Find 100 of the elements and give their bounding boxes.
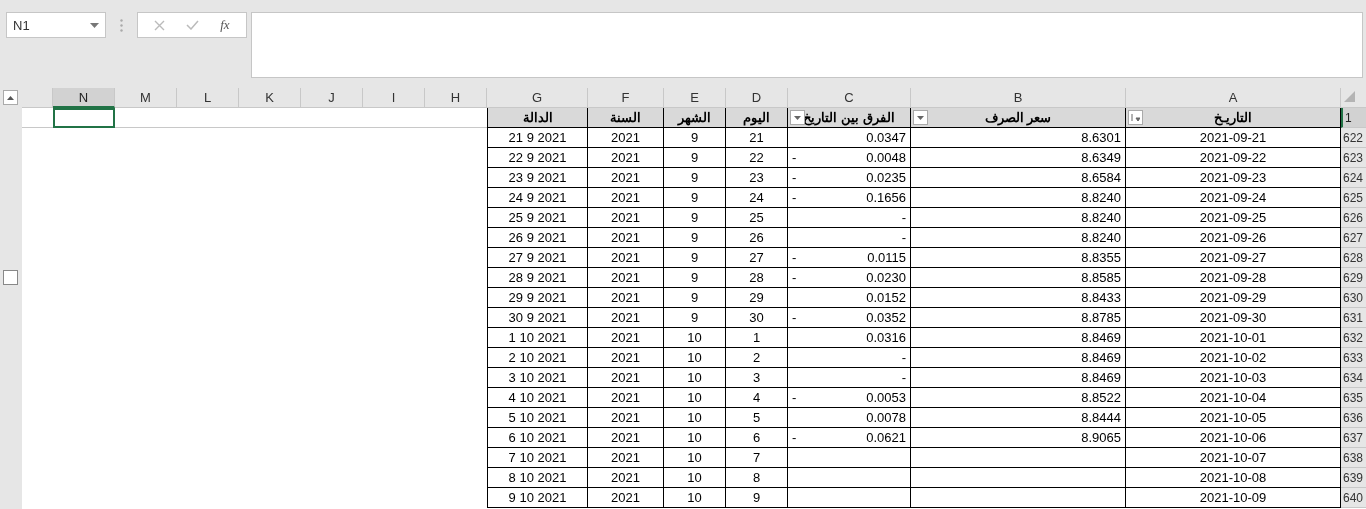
row-header[interactable]: 632 xyxy=(1341,328,1366,348)
column-header[interactable]: E xyxy=(664,88,726,108)
sign-text: - xyxy=(792,270,797,285)
column-header[interactable]: B xyxy=(911,88,1126,108)
filter-button[interactable] xyxy=(790,110,805,125)
row-header[interactable]: 626 xyxy=(1341,208,1366,228)
column-header[interactable]: J xyxy=(301,88,363,108)
selected-cell[interactable] xyxy=(53,108,115,128)
close-icon[interactable] xyxy=(154,19,166,31)
table-cell: 8.8469 xyxy=(911,368,1126,388)
table-cell: 23 9 2021 xyxy=(487,168,588,188)
table-cell: 0.0152 xyxy=(788,288,911,308)
table-cell: 7 10 2021 xyxy=(487,448,588,468)
grip-icon xyxy=(120,18,123,32)
table-cell: 8.8433 xyxy=(911,288,1126,308)
sign-text: - xyxy=(792,310,797,325)
table-cell-value: 0.0621 xyxy=(866,430,906,445)
formula-input[interactable] xyxy=(251,12,1363,78)
table-cell: 2021 xyxy=(588,308,664,328)
row-header[interactable]: 633 xyxy=(1341,348,1366,368)
row-header[interactable]: 637 xyxy=(1341,428,1366,448)
table-cell-value: 0.0048 xyxy=(866,150,906,165)
table-cell: 1 10 2021 xyxy=(487,328,588,348)
column-header[interactable]: C xyxy=(788,88,911,108)
row-header[interactable]: 625 xyxy=(1341,188,1366,208)
table-cell: 8.8240 xyxy=(911,188,1126,208)
name-box[interactable]: N1 xyxy=(6,12,106,38)
row-header[interactable]: 627 xyxy=(1341,228,1366,248)
insert-function-button[interactable]: fx xyxy=(220,17,230,33)
table-cell: 9 xyxy=(664,268,726,288)
table-cell: 2021-09-21 xyxy=(1126,128,1341,148)
row-header[interactable]: 630 xyxy=(1341,288,1366,308)
table-cell: 27 xyxy=(726,248,788,268)
table-cell: 8.6349 xyxy=(911,148,1126,168)
column-header[interactable]: M xyxy=(115,88,177,108)
table-cell: 10 xyxy=(664,448,726,468)
table-cell: - xyxy=(788,228,911,248)
table-cell: 8.8469 xyxy=(911,328,1126,348)
table-cell: 4 10 2021 xyxy=(487,388,588,408)
row-header[interactable]: 635 xyxy=(1341,388,1366,408)
table-cell: 28 xyxy=(726,268,788,288)
row-header[interactable]: 622 xyxy=(1341,128,1366,148)
table-cell: 10 xyxy=(664,368,726,388)
column-header[interactable]: G xyxy=(487,88,588,108)
column-header[interactable]: F xyxy=(588,88,664,108)
table-cell: 2021 xyxy=(588,448,664,468)
scrollbar[interactable] xyxy=(0,88,22,509)
row-header[interactable]: 629 xyxy=(1341,268,1366,288)
row-header[interactable]: 638 xyxy=(1341,448,1366,468)
row-header[interactable]: 636 xyxy=(1341,408,1366,428)
row-header[interactable]: 624 xyxy=(1341,168,1366,188)
sort-icon xyxy=(1131,113,1140,122)
table-cell: 2021 xyxy=(588,468,664,488)
row-header[interactable]: 634 xyxy=(1341,368,1366,388)
scroll-thumb[interactable] xyxy=(3,270,18,285)
table-cell: 26 xyxy=(726,228,788,248)
table-cell: 8.8444 xyxy=(911,408,1126,428)
column-header[interactable]: D xyxy=(726,88,788,108)
table-cell: 22 9 2021 xyxy=(487,148,588,168)
filter-button[interactable] xyxy=(913,110,928,125)
row-header[interactable]: 1 xyxy=(1341,108,1366,128)
table-cell: 2021 xyxy=(588,368,664,388)
table-cell: 1 xyxy=(726,328,788,348)
table-cell: 9 10 2021 xyxy=(487,488,588,508)
row-header[interactable]: 640 xyxy=(1341,488,1366,508)
table-cell: 30 xyxy=(726,308,788,328)
sort-filter-button[interactable] xyxy=(1128,110,1143,125)
column-header[interactable]: A xyxy=(1126,88,1341,108)
column-header[interactable]: L xyxy=(177,88,239,108)
table-cell: 28 9 2021 xyxy=(487,268,588,288)
table-cell: 6 10 2021 xyxy=(487,428,588,448)
table-cell: 7 xyxy=(726,448,788,468)
table-cell: 22 xyxy=(726,148,788,168)
table-cell: 10 xyxy=(664,488,726,508)
row-header[interactable]: 631 xyxy=(1341,308,1366,328)
column-heading: الفرق بين التاريخ xyxy=(788,108,911,128)
checkmark-icon[interactable] xyxy=(186,20,200,30)
column-header[interactable]: K xyxy=(239,88,301,108)
table-cell: 0.0347 xyxy=(788,128,911,148)
sign-text: - xyxy=(792,390,797,405)
table-cell: 23 xyxy=(726,168,788,188)
table-cell: 2021-09-30 xyxy=(1126,308,1341,328)
column-header[interactable]: H xyxy=(425,88,487,108)
table-cell: 8.8240 xyxy=(911,208,1126,228)
table-cell: 2021-09-25 xyxy=(1126,208,1341,228)
column-header[interactable]: N xyxy=(53,88,115,108)
table-cell: 8.8469 xyxy=(911,348,1126,368)
row-header[interactable]: 639 xyxy=(1341,468,1366,488)
column-heading: الشهر xyxy=(664,108,726,128)
row-header[interactable]: 623 xyxy=(1341,148,1366,168)
dropdown-icon xyxy=(917,115,924,120)
row-header[interactable]: 628 xyxy=(1341,248,1366,268)
table-cell: 25 xyxy=(726,208,788,228)
table-cell: 2 xyxy=(726,348,788,368)
table-cell: 2021 xyxy=(588,288,664,308)
column-header[interactable]: I xyxy=(363,88,425,108)
table-cell: 2021 xyxy=(588,328,664,348)
table-cell: 2021 xyxy=(588,168,664,188)
table-cell: 8 10 2021 xyxy=(487,468,588,488)
scroll-up-icon[interactable] xyxy=(7,95,14,100)
